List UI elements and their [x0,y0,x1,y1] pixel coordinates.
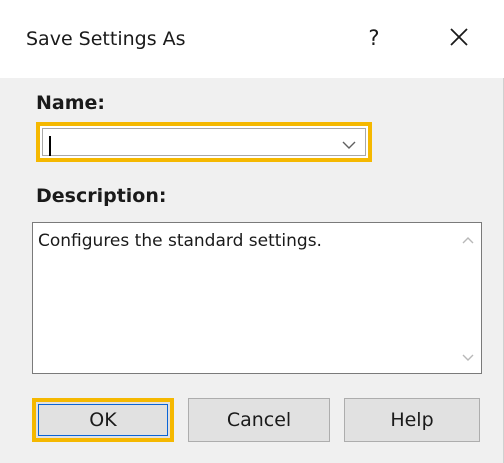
scroll-up-icon[interactable] [461,235,475,245]
name-input[interactable] [42,128,366,156]
help-icon[interactable]: ? [362,24,386,52]
chevron-down-icon[interactable] [341,138,357,152]
description-textarea[interactable]: Configures the standard settings. [32,222,482,374]
cancel-button[interactable]: Cancel [188,398,330,442]
name-combobox[interactable] [36,122,372,162]
ok-button[interactable]: OK [32,398,174,442]
text-caret [49,136,51,156]
ok-label: OK [89,409,117,431]
dialog-title: Save Settings As [26,28,186,50]
cancel-label: Cancel [226,409,292,431]
close-icon[interactable] [444,22,474,52]
description-scrollbar[interactable] [455,223,481,373]
help-label: Help [390,409,434,431]
description-text: Configures the standard settings. [38,231,322,251]
help-button[interactable]: Help [344,398,480,442]
description-label: Description: [36,185,167,207]
save-settings-dialog: Save Settings As ? Name: Description: Co… [0,0,504,463]
scroll-down-icon[interactable] [461,353,475,363]
name-label: Name: [36,92,106,114]
title-bar: Save Settings As ? [0,0,504,78]
